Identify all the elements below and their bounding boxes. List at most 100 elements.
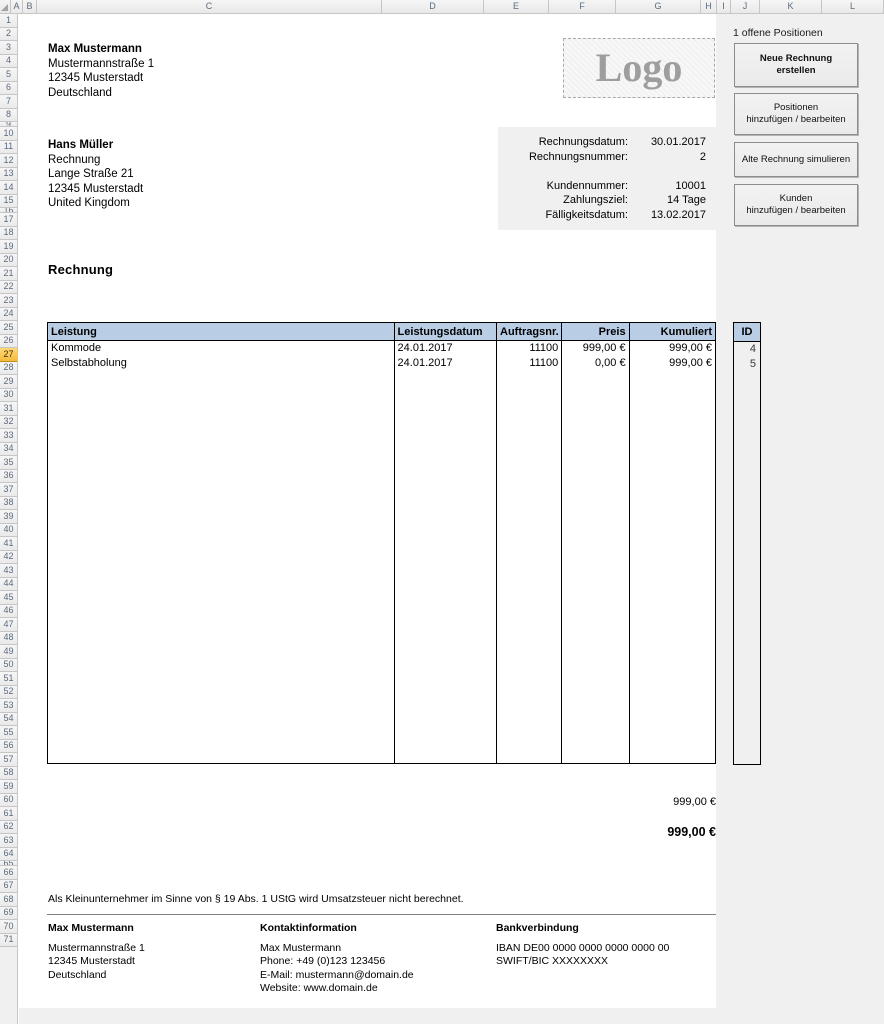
row-header-59[interactable]: 59 bbox=[0, 780, 17, 794]
column-header-f[interactable]: F bbox=[549, 0, 616, 13]
cell-leistung: Kommode bbox=[47, 340, 395, 356]
row-header-21[interactable]: 21 bbox=[0, 267, 17, 281]
row-header-56[interactable]: 56 bbox=[0, 739, 17, 753]
row-header-28[interactable]: 28 bbox=[0, 361, 17, 375]
row-header-68[interactable]: 68 bbox=[0, 893, 17, 907]
column-header-i[interactable]: I bbox=[717, 0, 731, 13]
row-header-13[interactable]: 13 bbox=[0, 167, 17, 181]
row-header-3[interactable]: 3 bbox=[0, 41, 17, 55]
id-table-header-row: ID bbox=[733, 322, 761, 342]
column-header-h[interactable]: H bbox=[701, 0, 717, 13]
edit-customers-button-label: Kunden hinzufügen / bearbeiten bbox=[746, 193, 846, 216]
cell-leistungsdatum: 24.01.2017 bbox=[393, 340, 498, 356]
row-header-46[interactable]: 46 bbox=[0, 604, 17, 618]
meta-label: Fälligkeitsdatum: bbox=[545, 208, 628, 221]
row-header-27[interactable]: 27 bbox=[0, 348, 17, 362]
row-header-44[interactable]: 44 bbox=[0, 577, 17, 591]
row-header-50[interactable]: 50 bbox=[0, 658, 17, 672]
edit-positions-button[interactable]: Positionen hinzufügen / bearbeiten bbox=[734, 93, 858, 135]
select-all-corner[interactable] bbox=[0, 0, 11, 13]
row-header-31[interactable]: 31 bbox=[0, 402, 17, 416]
simulate-old-invoice-button[interactable]: Alte Rechnung simulieren bbox=[734, 142, 858, 177]
row-header-38[interactable]: 38 bbox=[0, 496, 17, 510]
row-header-18[interactable]: 18 bbox=[0, 226, 17, 240]
column-header-d[interactable]: D bbox=[382, 0, 484, 13]
row-header-17[interactable]: 17 bbox=[0, 213, 17, 227]
row-header-4[interactable]: 4 bbox=[0, 54, 17, 68]
row-header-23[interactable]: 23 bbox=[0, 294, 17, 308]
row-header-29[interactable]: 29 bbox=[0, 375, 17, 389]
column-header-b[interactable]: B bbox=[23, 0, 37, 13]
row-header-32[interactable]: 32 bbox=[0, 415, 17, 429]
row-header-45[interactable]: 45 bbox=[0, 591, 17, 605]
row-header-71[interactable]: 71 bbox=[0, 933, 17, 947]
row-header-30[interactable]: 30 bbox=[0, 388, 17, 402]
row-header-8[interactable]: 8 bbox=[0, 108, 17, 122]
column-header-k[interactable]: K bbox=[760, 0, 822, 13]
row-header-22[interactable]: 22 bbox=[0, 280, 17, 294]
row-header-70[interactable]: 70 bbox=[0, 920, 17, 934]
column-header-a[interactable]: A bbox=[11, 0, 23, 13]
invoice-items-table: Leistung Leistungsdatum Auftragsnr. Prei… bbox=[47, 322, 717, 764]
row-header-64[interactable]: 64 bbox=[0, 847, 17, 861]
row-header-67[interactable]: 67 bbox=[0, 879, 17, 893]
row-header-63[interactable]: 63 bbox=[0, 834, 17, 848]
row-header-26[interactable]: 26 bbox=[0, 334, 17, 348]
row-header-41[interactable]: 41 bbox=[0, 537, 17, 551]
row-header-39[interactable]: 39 bbox=[0, 510, 17, 524]
row-header-15[interactable]: 15 bbox=[0, 194, 17, 208]
column-header-c[interactable]: C bbox=[37, 0, 382, 13]
row-header-36[interactable]: 36 bbox=[0, 469, 17, 483]
logo-placeholder[interactable]: Logo bbox=[563, 38, 715, 98]
row-header-60[interactable]: 60 bbox=[0, 793, 17, 807]
row-header-52[interactable]: 52 bbox=[0, 685, 17, 699]
column-header-e[interactable]: E bbox=[484, 0, 549, 13]
row-header-57[interactable]: 57 bbox=[0, 753, 17, 767]
column-header-g[interactable]: G bbox=[616, 0, 701, 13]
row-header-35[interactable]: 35 bbox=[0, 456, 17, 470]
row-header-69[interactable]: 69 bbox=[0, 906, 17, 920]
row-header-6[interactable]: 6 bbox=[0, 81, 17, 95]
row-header-51[interactable]: 51 bbox=[0, 672, 17, 686]
row-header-5[interactable]: 5 bbox=[0, 68, 17, 82]
empty-cell bbox=[561, 370, 630, 764]
table-row[interactable]: Kommode 24.01.2017 11100 999,00 €999,00 € bbox=[47, 340, 717, 356]
table-empty-area bbox=[47, 370, 717, 764]
row-header-7[interactable]: 7 bbox=[0, 95, 17, 109]
subtotal-value: 999,00 € bbox=[673, 796, 716, 808]
row-header-2[interactable]: 2 bbox=[0, 27, 17, 41]
row-header-54[interactable]: 54 bbox=[0, 712, 17, 726]
row-header-19[interactable]: 19 bbox=[0, 240, 17, 254]
row-header-61[interactable]: 61 bbox=[0, 807, 17, 821]
row-header-34[interactable]: 34 bbox=[0, 442, 17, 456]
row-header-40[interactable]: 40 bbox=[0, 523, 17, 537]
row-header-14[interactable]: 14 bbox=[0, 181, 17, 195]
row-header-58[interactable]: 58 bbox=[0, 766, 17, 780]
row-header-55[interactable]: 55 bbox=[0, 726, 17, 740]
invoice-footer: Max Mustermann Mustermannstraße 1 12345 … bbox=[48, 922, 716, 996]
row-header-20[interactable]: 20 bbox=[0, 253, 17, 267]
row-header-11[interactable]: 11 bbox=[0, 140, 17, 154]
row-header-62[interactable]: 62 bbox=[0, 820, 17, 834]
row-header-37[interactable]: 37 bbox=[0, 483, 17, 497]
row-header-24[interactable]: 24 bbox=[0, 307, 17, 321]
row-header-66[interactable]: 66 bbox=[0, 866, 17, 880]
column-header-l[interactable]: L bbox=[822, 0, 884, 13]
row-header-10[interactable]: 10 bbox=[0, 127, 17, 141]
row-header-12[interactable]: 12 bbox=[0, 154, 17, 168]
column-header-j[interactable]: J bbox=[731, 0, 760, 13]
row-header-47[interactable]: 47 bbox=[0, 618, 17, 632]
row-header-1[interactable]: 1 bbox=[0, 14, 17, 28]
new-invoice-button[interactable]: Neue Rechnung erstellen bbox=[734, 43, 858, 87]
row-header-53[interactable]: 53 bbox=[0, 699, 17, 713]
meta-value: 13.02.2017 bbox=[650, 208, 706, 221]
table-row[interactable]: Selbstabholung 24.01.2017 11100 0,00 €999,0… bbox=[47, 355, 717, 371]
footer-bank-line: SWIFT/BIC XXXXXXXX bbox=[496, 955, 609, 967]
row-header-42[interactable]: 42 bbox=[0, 550, 17, 564]
row-header-25[interactable]: 25 bbox=[0, 321, 17, 335]
row-header-48[interactable]: 48 bbox=[0, 631, 17, 645]
row-header-43[interactable]: 43 bbox=[0, 564, 17, 578]
row-header-33[interactable]: 33 bbox=[0, 429, 17, 443]
edit-customers-button[interactable]: Kunden hinzufügen / bearbeiten bbox=[734, 184, 858, 226]
row-header-49[interactable]: 49 bbox=[0, 645, 17, 659]
